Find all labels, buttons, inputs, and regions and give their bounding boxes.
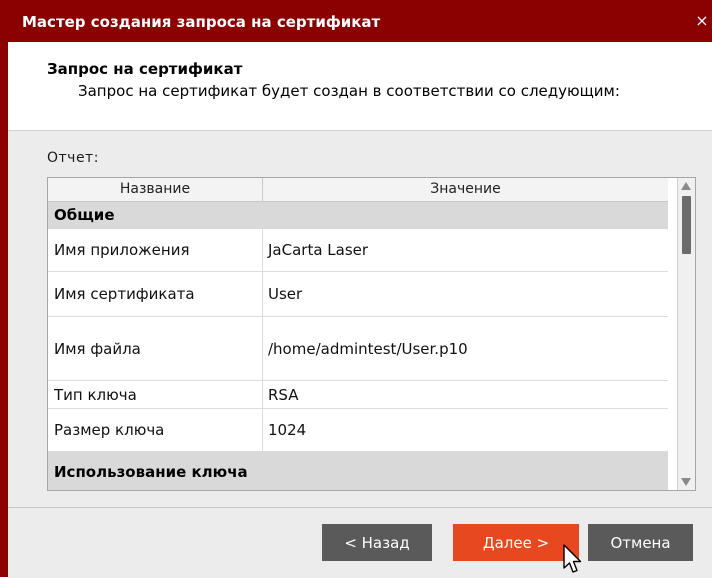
column-header-name[interactable]: Название [48,178,263,201]
arrow-up-icon[interactable] [681,182,691,190]
wizard-content: Отчет: Название Значение Общие Имя прило… [8,131,712,507]
row-value: RSA [268,385,299,404]
table-row[interactable]: Тип ключа RSA [48,381,668,409]
table-row[interactable]: Размер ключа 1024 [48,409,668,452]
row-name: Тип ключа [48,381,263,408]
row-name: Размер ключа [48,409,263,451]
scrollbar-thumb[interactable] [682,196,691,254]
group-row-general[interactable]: Общие [48,202,668,229]
report-label: Отчет: [47,150,99,166]
wizard-header: Запрос на сертификат Запрос на сертифика… [8,42,712,131]
row-value: JaCarta Laser [268,241,369,259]
row-name: Имя сертификата [48,272,263,316]
wizard-footer: < Назад Далее > Отмена [8,507,712,578]
group-label: Общие [54,206,115,224]
table-row[interactable]: Имя файла /home/admintest/User.p10 [48,317,668,381]
vertical-scrollbar[interactable] [677,178,695,490]
next-button[interactable]: Далее > [453,524,579,561]
close-icon[interactable]: × [694,12,710,30]
column-header-value[interactable]: Значение [263,178,668,201]
row-name: Имя файла [48,317,263,380]
back-button[interactable]: < Назад [322,524,432,561]
page-title: Запрос на сертификат [47,60,243,78]
page-subtitle: Запрос на сертификат будет создан в соот… [78,82,620,100]
group-row-key-usage[interactable]: Использование ключа [48,452,668,490]
table-row[interactable]: Имя сертификата User [48,272,668,317]
row-value: 1024 [268,421,307,439]
group-label: Использование ключа [54,463,248,481]
table-row[interactable]: Имя приложения JaCarta Laser [48,229,668,272]
table-header: Название Значение [48,178,668,202]
cancel-button[interactable]: Отмена [588,524,693,561]
report-table[interactable]: Название Значение Общие Имя приложения J… [47,177,696,491]
row-name: Имя приложения [48,229,263,271]
window-title: Мастер создания запроса на сертификат [22,13,381,31]
mouse-pointer-icon [563,544,582,573]
arrow-down-icon[interactable] [681,478,691,486]
row-value: User [268,285,303,303]
row-value: /home/admintest/User.p10 [268,339,468,358]
window-titlebar[interactable]: Мастер создания запроса на сертификат × [8,0,712,42]
window-left-border [0,0,8,577]
